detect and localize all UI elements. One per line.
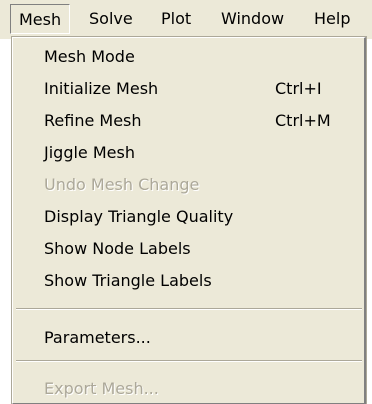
menu-item-label: Export Mesh... — [44, 379, 159, 398]
menu-item-show-node-labels[interactable]: Show Node Labels — [13, 234, 364, 264]
menu-mesh[interactable]: Mesh — [10, 4, 71, 34]
menu-item-label: Parameters... — [44, 328, 151, 347]
menu-item-mesh-mode[interactable]: Mesh Mode — [13, 42, 364, 72]
menu-item-shortcut: Ctrl+I — [275, 79, 322, 98]
menu-separator — [16, 308, 362, 310]
menu-item-display-triangle-quality[interactable]: Display Triangle Quality — [13, 202, 364, 232]
menu-item-label: Display Triangle Quality — [44, 207, 234, 226]
mesh-dropdown-menu: Mesh Mode Initialize Mesh Ctrl+I Refine … — [11, 36, 367, 404]
menu-item-shortcut: Ctrl+M — [275, 111, 331, 130]
menu-item-label: Refine Mesh — [44, 111, 142, 130]
menu-separator — [16, 360, 362, 362]
menu-item-refine-mesh[interactable]: Refine Mesh Ctrl+M — [13, 106, 364, 136]
menu-window[interactable]: Window — [221, 4, 284, 34]
menu-item-label: Show Triangle Labels — [44, 271, 212, 290]
menu-item-parameters[interactable]: Parameters... — [13, 323, 364, 353]
menu-item-show-triangle-labels[interactable]: Show Triangle Labels — [13, 266, 364, 296]
menu-bar: Mesh Solve Plot Window Help — [0, 0, 372, 39]
menu-item-label: Jiggle Mesh — [44, 143, 135, 162]
menu-item-jiggle-mesh[interactable]: Jiggle Mesh — [13, 138, 364, 168]
menu-item-label: Show Node Labels — [44, 239, 191, 258]
menu-item-initialize-mesh[interactable]: Initialize Mesh Ctrl+I — [13, 74, 364, 104]
menu-item-label: Undo Mesh Change — [44, 175, 200, 194]
menu-item-undo-mesh-change: Undo Mesh Change — [13, 170, 364, 200]
menu-plot[interactable]: Plot — [161, 4, 191, 34]
menu-item-label: Initialize Mesh — [44, 79, 159, 98]
menu-solve[interactable]: Solve — [89, 4, 133, 34]
menu-item-export-mesh: Export Mesh... — [13, 374, 364, 404]
menu-item-label: Mesh Mode — [44, 47, 135, 66]
menu-help[interactable]: Help — [314, 4, 350, 34]
